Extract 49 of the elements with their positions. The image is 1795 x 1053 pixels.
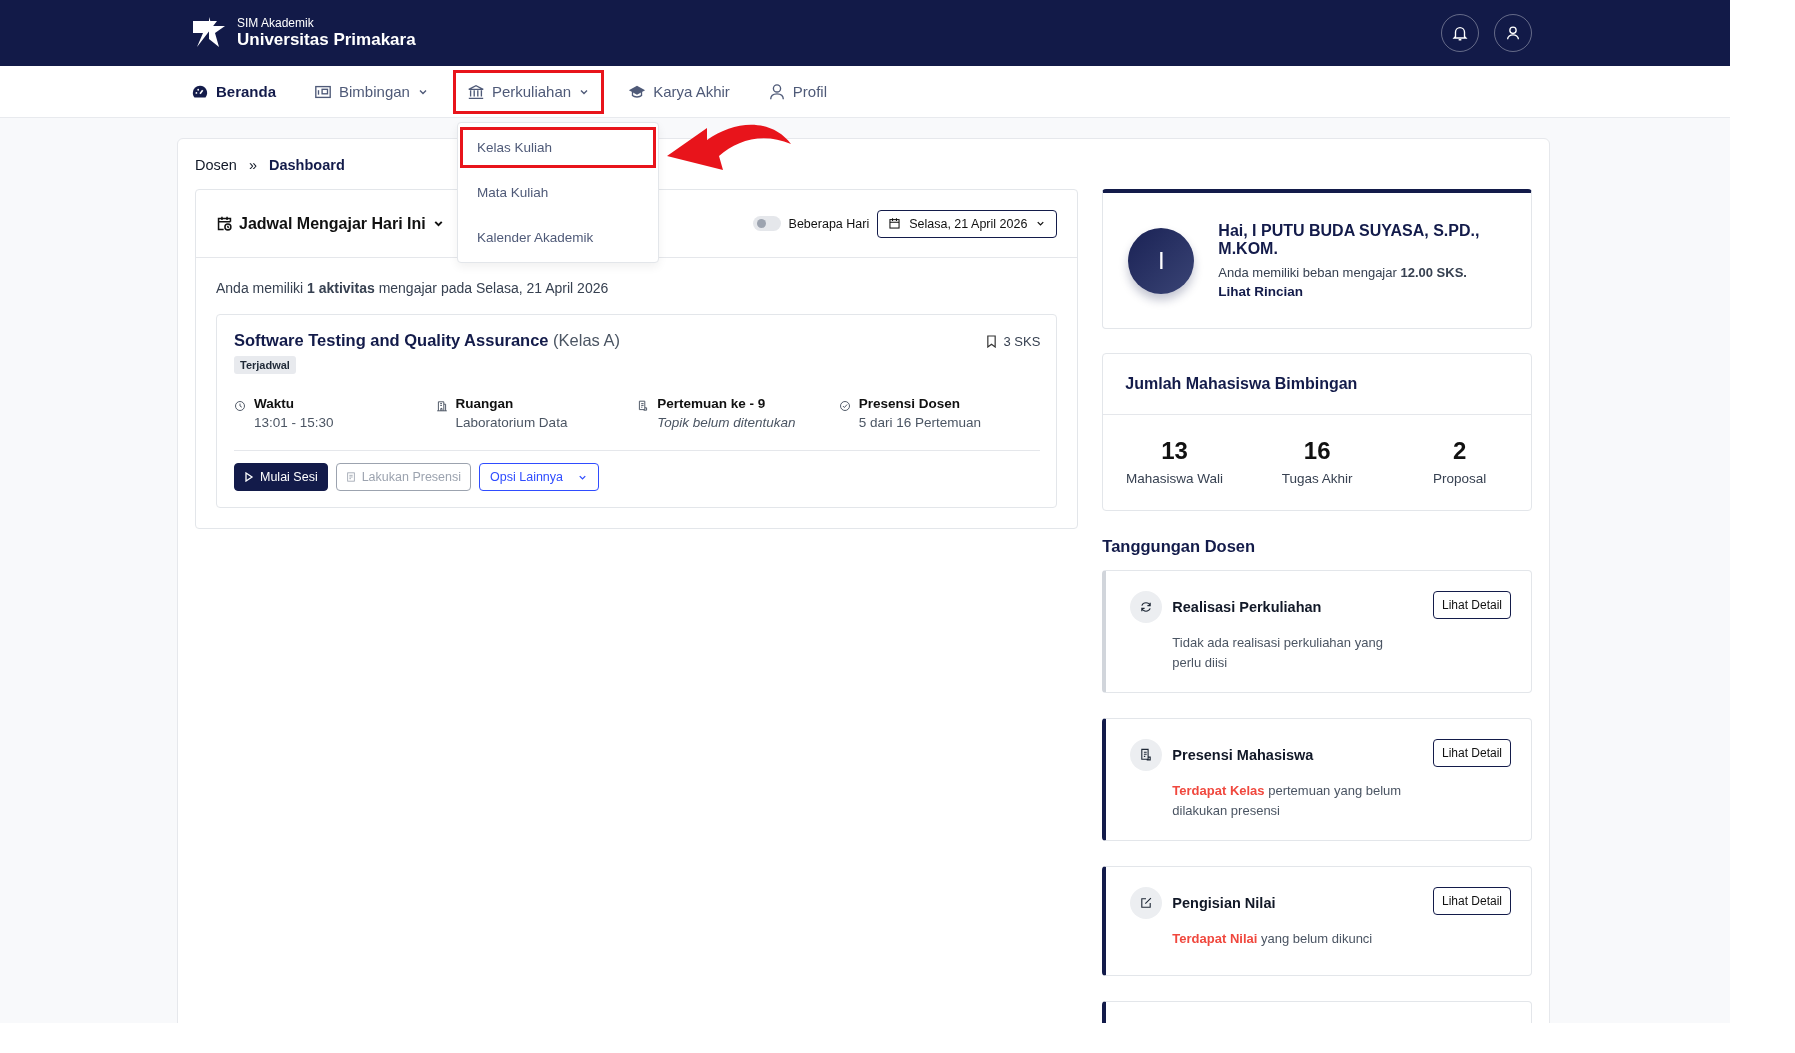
info-value: 5 dari 16 Pertemuan: [858, 415, 982, 430]
nav-item[interactable]: Bimbingan: [300, 69, 443, 114]
breadcrumb-item[interactable]: Dosen: [195, 157, 237, 173]
schedule-title-dropdown[interactable]: Jadwal Mengajar Hari Ini: [216, 214, 445, 233]
stat-value: 2: [1453, 437, 1467, 465]
course-action-button[interactable]: Mulai Sesi: [234, 463, 328, 491]
info-label: Waktu: [254, 396, 295, 411]
status-badge: Terjadwal: [234, 356, 296, 374]
nav-item[interactable]: Karya Akhir: [614, 69, 744, 114]
university-name: Universitas Primakara: [237, 30, 416, 50]
view-detail-button[interactable]: Lihat Detail: [1432, 739, 1511, 767]
info-label: Pertemuan ke - 9: [657, 396, 767, 411]
task-title: Presensi Mahasiswa: [1172, 746, 1315, 765]
task-description: Tidak ada realisasi perkuliahan yang perlu diisi: [1172, 634, 1384, 672]
task-description: Terdapat Nilai yang belum dikunci: [1172, 930, 1374, 948]
view-detail-button[interactable]: Lihat Detail: [1432, 887, 1511, 915]
teaching-load: Anda memiliki beban mengajar 12.00 SKS.: [1218, 265, 1468, 281]
nav-item[interactable]: Beranda: [177, 69, 291, 114]
credits-label: 3 SKS: [1003, 333, 1041, 349]
breadcrumb-item: Dashboard: [269, 157, 345, 173]
breadcrumb-separator: »: [248, 157, 257, 173]
stat-label: Tugas Akhir: [1281, 471, 1353, 486]
app-subtitle: SIM Akademik: [237, 16, 315, 30]
info-value: Topik belum ditentukan: [657, 415, 796, 430]
task-title: Realisasi Perkuliahan: [1172, 598, 1323, 617]
section-title: Tanggungan Dosen: [1102, 537, 1257, 556]
info-value: 13:01 - 15:30: [254, 415, 334, 430]
info-value: Laboratorium Data: [455, 415, 568, 430]
view-detail-button[interactable]: Lihat Detail: [1432, 591, 1511, 619]
task-title: Pengisian Nilai: [1172, 894, 1277, 913]
stat-value: 16: [1303, 437, 1331, 465]
supervision-title: Jumlah Mahasiswa Bimbingan: [1103, 354, 1531, 415]
task-description: Terdapat Kelas pertemuan yang belum dilakukan presensi: [1172, 782, 1403, 820]
nav-item[interactable]: Perkuliahan: [452, 69, 605, 114]
toggle-label: Beberapa Hari: [788, 216, 870, 231]
menu-item[interactable]: Kelas Kuliah: [459, 126, 656, 168]
greeting: Hai, I PUTU BUDA SUYASA, S.PD., M.KOM.: [1218, 221, 1481, 259]
avatar: I: [1128, 227, 1195, 294]
info-label: Presensi Dosen: [858, 396, 962, 411]
details-link[interactable]: Lihat Rincian: [1218, 284, 1511, 300]
info-label: Ruangan: [455, 396, 515, 411]
date-picker[interactable]: Selasa, 21 April 2026: [877, 209, 1058, 238]
nav-item[interactable]: Profil: [753, 69, 842, 114]
course-title: Software Testing and Quality Assurance (Kelas A): [234, 331, 621, 350]
stat-label: Mahasiswa Wali: [1126, 471, 1224, 486]
stat-value: 13: [1161, 437, 1188, 465]
schedule-summary: Anda memiliki 1 aktivitas mengajar pada Selasa, 21 April 2026: [216, 280, 610, 296]
stat-label: Proposal: [1433, 471, 1487, 486]
course-action-button[interactable]: Opsi Lainnya: [479, 463, 599, 491]
